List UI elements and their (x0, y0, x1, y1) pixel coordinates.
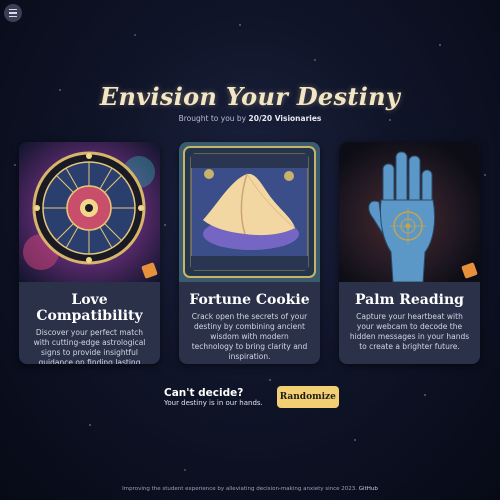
card-title: Love Compatibility (36, 292, 143, 324)
cta-subtext: Your destiny is in our hands. (164, 399, 263, 407)
randomize-button[interactable]: Randomize (276, 386, 339, 408)
fortune-cookie-image (179, 142, 320, 282)
card-palm-reading[interactable]: Palm Reading Capture your heartbeat with… (339, 142, 480, 364)
card-title: Fortune Cookie (189, 292, 310, 308)
card-title: Palm Reading (355, 292, 464, 308)
zodiac-wheel-image (19, 142, 160, 282)
card-fortune-cookie[interactable]: Fortune Cookie Crack open the secrets of… (179, 142, 320, 364)
page-title: Envision Your Destiny (99, 82, 401, 111)
hamburger-menu-icon-line (9, 15, 17, 18)
footer-text: Improving the student experience by alle… (122, 486, 358, 492)
card-description: Discover your perfect match with cutting… (33, 328, 146, 364)
card-description: Crack open the secrets of your destiny b… (191, 312, 308, 361)
menu-button[interactable] (4, 4, 22, 22)
footer: Improving the student experience by alle… (0, 486, 500, 492)
hero: Envision Your Destiny Brought to you by … (0, 82, 500, 123)
brand-name: 20/20 Visionaries (248, 114, 322, 123)
randomize-section: Can't decide? Your destiny is in our han… (164, 384, 339, 410)
cta-heading: Can't decide? (164, 387, 244, 399)
github-link[interactable]: GitHub (359, 486, 378, 492)
hamburger-menu-icon-line (9, 12, 17, 14)
feature-cards: Love Compatibility Discover your perfect… (19, 142, 481, 364)
card-love-compatibility[interactable]: Love Compatibility Discover your perfect… (19, 142, 160, 364)
palm-hand-image (339, 142, 480, 282)
page-subtitle: Brought to you by 20/20 Visionaries (0, 114, 500, 123)
hamburger-menu-icon (9, 8, 17, 11)
subtitle-prefix: Brought to you by (178, 114, 247, 123)
card-description: Capture your heartbeat with your webcam … (349, 312, 470, 351)
cta-text: Can't decide? Your destiny is in our han… (164, 387, 263, 407)
